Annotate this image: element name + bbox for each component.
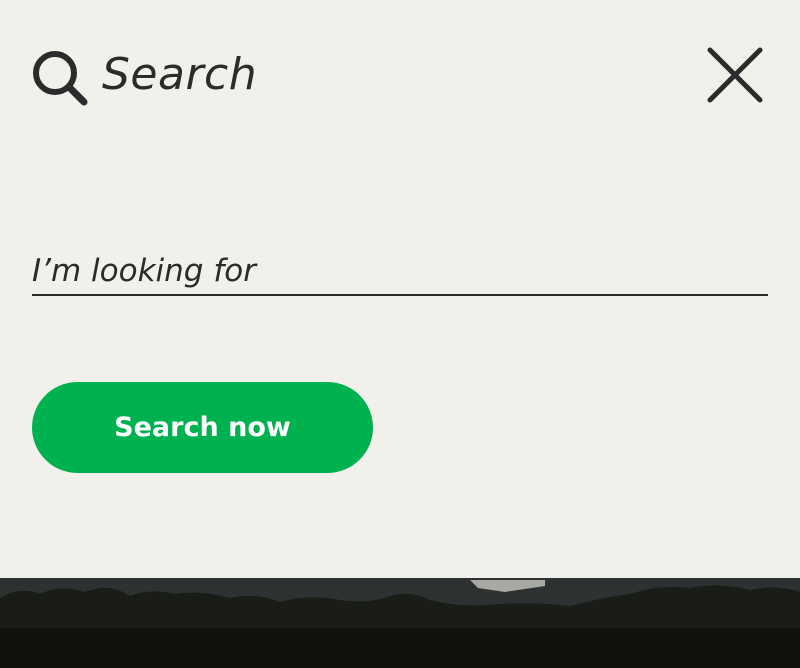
search-now-button[interactable]: Search now [32,382,373,473]
search-icon [33,51,88,106]
treeline-image [0,578,800,668]
search-input[interactable] [32,248,768,294]
close-icon[interactable] [704,44,766,106]
search-title: Search [102,49,258,100]
search-overlay: Search Search now [0,0,800,578]
background-photo [0,578,800,668]
search-field [32,248,768,296]
